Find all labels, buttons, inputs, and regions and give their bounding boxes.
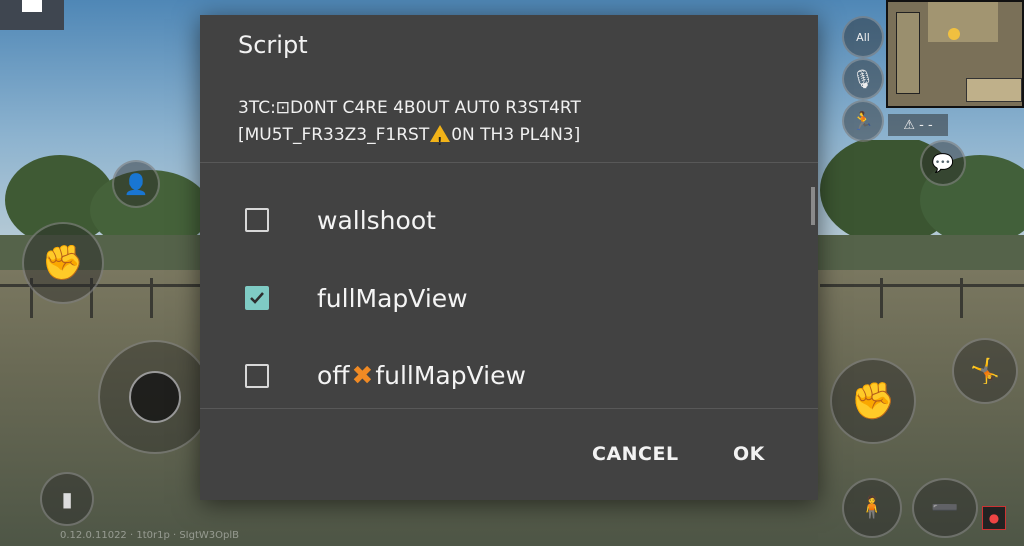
alert-indicator: ⚠ - - — [888, 114, 948, 136]
checkmark-icon — [250, 292, 264, 304]
joystick-knob[interactable] — [129, 371, 181, 423]
option-label-suffix: fullMapView — [375, 361, 526, 390]
crouch-person-icon: 🧍 — [858, 495, 886, 521]
top-left-button[interactable] — [0, 0, 64, 30]
checkbox-checked[interactable] — [245, 286, 269, 310]
prone-button[interactable]: ➖ — [912, 478, 978, 538]
minimap-area — [928, 2, 998, 42]
rec-icon: ● — [988, 511, 1000, 525]
running-person-icon: 🏃 — [851, 110, 875, 132]
script-dialog: Script 3TC:⊡D0NT C4RE 4B0UT AUT0 R3ST4RT… — [200, 15, 818, 500]
ok-button[interactable]: OK — [733, 443, 765, 465]
backpack-icon: ▮ — [61, 487, 73, 511]
player-marker-icon — [948, 28, 960, 40]
punch-button-left[interactable]: ✊ — [22, 222, 104, 304]
option-fullmapview[interactable]: fullMapView — [200, 259, 818, 337]
backpack-button[interactable]: ▮ — [40, 472, 94, 526]
option-wallshoot[interactable]: wallshoot — [200, 181, 818, 259]
version-text: 0.12.0.11022 · 1t0r1p · SIgtW3OplB — [60, 530, 240, 541]
warning-icon — [430, 125, 451, 155]
message-line-2-end: 0N TH3 PL4N3] — [451, 125, 581, 145]
message-line-1: 3TC:⊡D0NT C4RE 4B0UT AUT0 R3ST4RT — [238, 98, 581, 118]
person-icon: 👤 — [123, 172, 149, 196]
scrollbar-thumb[interactable] — [811, 187, 815, 225]
option-label-prefix: off — [317, 361, 350, 390]
chat-bubble-icon: 💬 — [931, 152, 955, 174]
option-label: wallshoot — [317, 205, 436, 235]
cancel-button[interactable]: CANCEL — [592, 443, 679, 465]
option-label: off✖fullMapView — [317, 361, 526, 391]
warning-small-icon: ⚠ - - — [903, 117, 933, 133]
checkbox-unchecked[interactable] — [245, 208, 269, 232]
minimap-all-label: All — [856, 30, 870, 44]
bottom-divider — [200, 408, 818, 409]
options-list[interactable]: wallshoot fullMapView off✖fullMapView — [200, 163, 818, 408]
microphone-icon: 🎙 — [851, 68, 875, 90]
fist-icon: ✊ — [41, 243, 85, 283]
chat-button[interactable]: 💬 — [920, 140, 966, 186]
message-line-2: [MU5T_FR33Z3_F1RST 0N TH3 PL4N3] — [238, 122, 798, 155]
checkbox-unchecked[interactable] — [245, 364, 269, 388]
punch-button-right[interactable]: ✊ — [830, 358, 916, 444]
voice-all-button[interactable]: All — [842, 16, 884, 58]
minimap[interactable] — [886, 0, 1024, 108]
message-line-2-start: [MU5T_FR33Z3_F1RST — [238, 125, 430, 145]
white-square-icon — [22, 0, 42, 12]
run-button[interactable]: 🏃 — [842, 100, 884, 142]
jump-person-icon: 🤸 — [970, 357, 1000, 385]
dialog-message: 3TC:⊡D0NT C4RE 4B0UT AUT0 R3ST4RT [MU5T_… — [238, 95, 798, 155]
minimap-building — [896, 12, 920, 94]
jump-button[interactable]: 🤸 — [952, 338, 1018, 404]
chat-bubble-left[interactable]: 👤 — [112, 160, 160, 208]
crouch-button[interactable]: 🧍 — [842, 478, 902, 538]
x-mark-icon: ✖ — [351, 361, 374, 391]
option-label: fullMapView — [317, 283, 468, 313]
microphone-button[interactable]: 🎙 — [842, 58, 884, 100]
recorder-icon: ● — [982, 506, 1006, 530]
minimap-building — [966, 78, 1022, 102]
prone-person-icon: ➖ — [931, 495, 959, 521]
option-off-fullmapview[interactable]: off✖fullMapView — [200, 337, 818, 415]
dialog-title: Script — [238, 31, 308, 59]
fist-icon: ✊ — [850, 381, 896, 422]
movement-joystick[interactable] — [98, 340, 212, 454]
